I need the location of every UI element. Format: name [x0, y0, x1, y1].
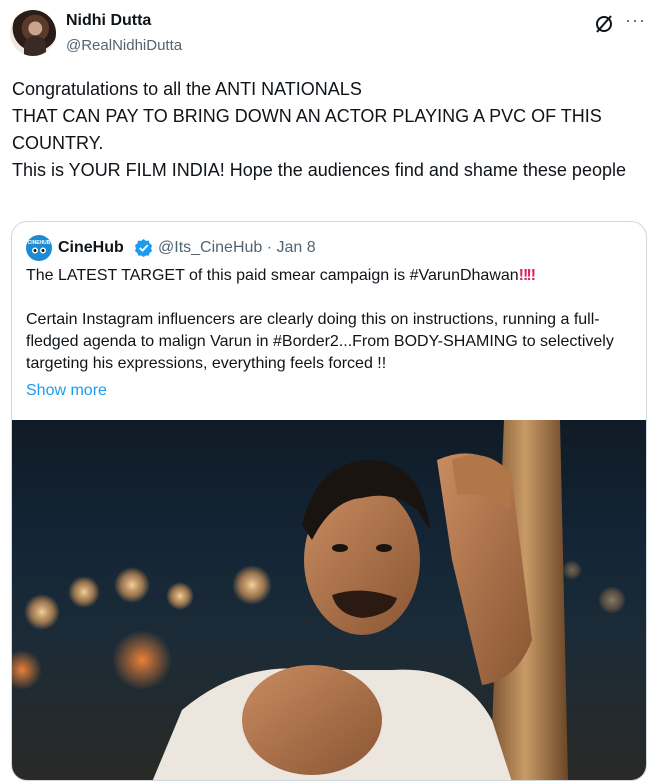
- tweet-header: Nidhi Dutta @RealNidhiDutta ···: [0, 0, 662, 70]
- quote-media-image[interactable]: [12, 420, 646, 780]
- author-name[interactable]: Nidhi Dutta: [66, 12, 151, 30]
- quote-handle-date[interactable]: @Its_CineHub · Jan 8: [158, 239, 316, 257]
- glasses-icon: [32, 247, 46, 254]
- tweet-text: Congratulations to all the ANTI NATIONAL…: [12, 79, 626, 180]
- grok-icon[interactable]: [594, 14, 614, 34]
- quote-body: Certain Instagram influencers are clearl…: [26, 311, 614, 372]
- quote-line1: The LATEST TARGET of this paid smear cam…: [26, 267, 519, 284]
- more-options-icon[interactable]: ···: [625, 10, 646, 31]
- show-more-link[interactable]: Show more: [26, 382, 107, 400]
- photo-illustration: [12, 420, 626, 780]
- double-exclamation-emoji: ‼‼: [518, 267, 536, 284]
- quote-author-name[interactable]: CineHub: [58, 239, 124, 257]
- quote-avatar-brand: CINEHUB: [27, 240, 51, 246]
- quote-avatar[interactable]: CINEHUB: [26, 235, 52, 261]
- quoted-tweet[interactable]: CINEHUB CineHub @Its_CineHub · Jan 8 The…: [11, 221, 647, 781]
- quote-text: The LATEST TARGET of this paid smear cam…: [26, 265, 634, 375]
- author-handle[interactable]: @RealNidhiDutta: [66, 37, 182, 54]
- verified-badge-icon: [134, 238, 153, 257]
- author-avatar[interactable]: [10, 10, 56, 56]
